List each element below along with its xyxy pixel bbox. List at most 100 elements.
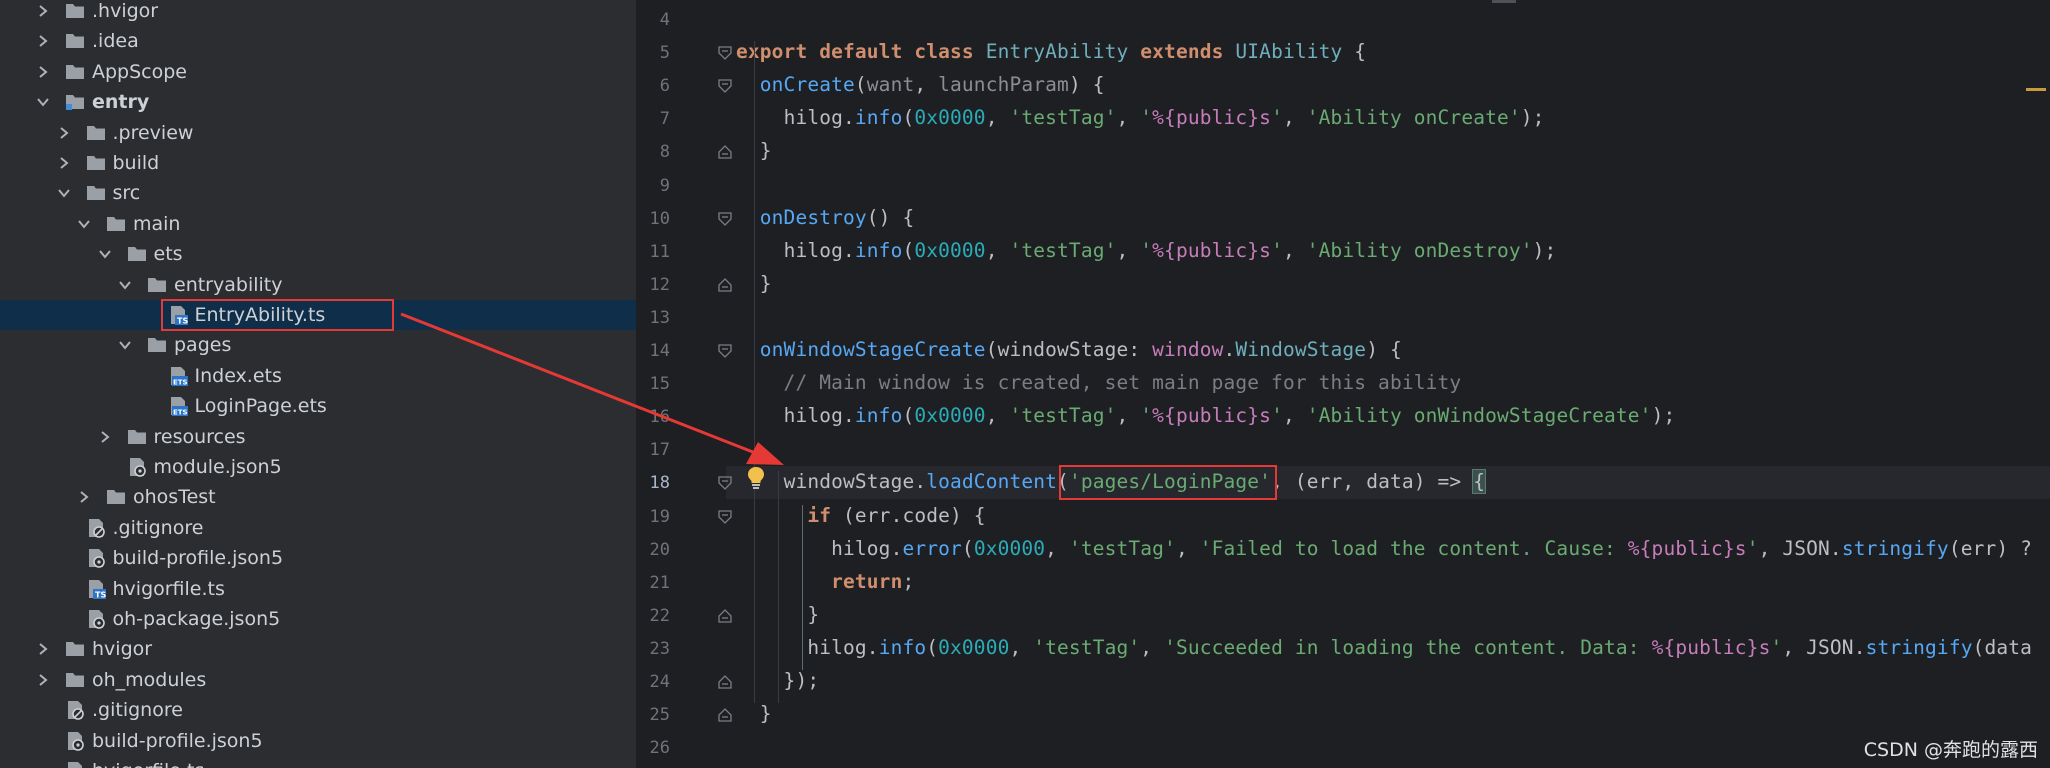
tree-item-idea[interactable]: .idea [0, 26, 636, 56]
code-line[interactable]: if (err.code) { [736, 504, 986, 527]
tree-item-appscope[interactable]: AppScope [0, 57, 636, 87]
indent-guide [754, 41, 755, 704]
lightbulb-icon[interactable] [746, 466, 766, 490]
gitignore-file-icon [85, 517, 107, 539]
code-line[interactable]: hilog.error(0x0000, 'testTag', 'Failed t… [736, 537, 2032, 560]
code-line[interactable]: windowStage.loadContent('pages/LoginPage… [736, 469, 1487, 495]
tree-item-index-ets[interactable]: ETS Index.ets [0, 361, 636, 391]
json-file-icon [85, 608, 107, 630]
svg-text:ETS: ETS [173, 409, 188, 417]
fold-collapse-icon[interactable] [718, 509, 732, 524]
tree-item-label: build-profile.json5 [112, 547, 284, 570]
tree-item-resources[interactable]: resources [0, 422, 636, 452]
tree-item-pages[interactable]: pages [0, 330, 636, 360]
tree-item-oh-modules[interactable]: oh_modules [0, 665, 636, 695]
tree-item-src[interactable]: src [0, 178, 636, 208]
tree-item-label: module.json5 [153, 456, 282, 478]
code-line[interactable]: hilog.info(0x0000, 'testTag', '%{public}… [736, 239, 1557, 262]
tree-item-entryability[interactable]: entryability [0, 270, 636, 300]
tree-item-label: src [112, 182, 141, 205]
tree-item-oh-package-json5[interactable]: oh-package.json5 [0, 604, 636, 634]
tree-item-build[interactable]: build [0, 148, 636, 178]
tree-item-loginpage-ets[interactable]: ETS LoginPage.ets [0, 391, 636, 421]
folder-icon [85, 122, 107, 144]
fold-end-icon[interactable] [718, 675, 732, 689]
chevron-down-icon[interactable] [57, 186, 71, 200]
tree-item-gitignore[interactable]: .gitignore [0, 513, 636, 543]
code-line[interactable]: onWindowStageCreate(windowStage: window.… [736, 338, 1402, 361]
tree-item-main[interactable]: main [0, 209, 636, 239]
tree-item-label: hvigor [92, 638, 153, 661]
code-line[interactable]: hilog.info(0x0000, 'testTag', '%{public}… [736, 106, 1545, 129]
tree-item-build-profile-json5[interactable]: build-profile.json5 [0, 543, 636, 573]
chevron-right-icon[interactable] [57, 126, 71, 140]
code-line[interactable]: return; [736, 570, 914, 593]
tree-item-build-profile-json5[interactable]: build-profile.json5 [0, 726, 636, 756]
chevron-right-icon[interactable] [36, 4, 50, 18]
svg-text:TS: TS [95, 590, 106, 599]
fold-end-icon[interactable] [718, 708, 732, 722]
indent-guide [778, 471, 779, 704]
tree-item-label: hvigorfile.ts [112, 577, 225, 600]
code-line[interactable]: export default class EntryAbility extend… [736, 40, 1366, 63]
code-line[interactable]: onDestroy() { [736, 206, 914, 229]
tree-item-hvigorfile-ts[interactable]: TS hvigorfile.ts [0, 574, 636, 604]
tree-item-preview[interactable]: .preview [0, 118, 636, 148]
chevron-right-icon[interactable] [36, 65, 50, 79]
line-number: 10 [649, 208, 670, 229]
line-number: 17 [649, 440, 670, 461]
line-number: 15 [649, 374, 670, 395]
folder-icon [64, 638, 86, 660]
tree-item-hvigor[interactable]: .hvigor [0, 0, 636, 26]
fold-collapse-icon[interactable] [718, 79, 732, 94]
chevron-down-icon[interactable] [98, 247, 112, 261]
code-line[interactable]: hilog.info(0x0000, 'testTag', 'Succeeded… [736, 636, 2032, 659]
tree-item-entry[interactable]: entry [0, 87, 636, 117]
tree-item-label: .gitignore [92, 699, 183, 722]
chevron-down-icon[interactable] [118, 278, 132, 292]
json-file-icon [64, 730, 86, 752]
project-tree-panel: .hvigor .idea AppScope entry .preview build sr… [0, 0, 636, 768]
warning-stripe-marker[interactable] [2026, 88, 2046, 91]
fold-end-icon[interactable] [718, 145, 732, 160]
line-number: 4 [659, 10, 670, 30]
chevron-down-icon[interactable] [77, 217, 91, 231]
fold-end-icon[interactable] [718, 608, 732, 623]
chevron-down-icon[interactable] [118, 338, 132, 352]
tree-item-label: ets [153, 243, 183, 266]
line-number: 9 [659, 175, 670, 196]
code-editor[interactable]: 4 5 6 7 8 9 10 11 12 13 14 15 16 17 18 19 20 21 22 23 24 25 26… [636, 0, 2050, 768]
gitignore-file-icon [64, 699, 86, 721]
fold-end-icon[interactable] [718, 277, 732, 292]
line-number: 5 [659, 43, 670, 64]
tree-item-entryability-ts[interactable]: TS EntryAbility.ts [0, 300, 636, 330]
tree-item-gitignore[interactable]: .gitignore [0, 695, 636, 725]
fold-collapse-icon[interactable] [718, 211, 732, 226]
folder-icon [64, 30, 86, 52]
chevron-down-icon[interactable] [36, 95, 50, 109]
tree-item-ohostest[interactable]: ohosTest [0, 482, 636, 512]
tree-item-module-json5[interactable]: module.json5 [0, 452, 636, 482]
chevron-right-icon[interactable] [77, 490, 91, 504]
code-line[interactable]: hilog.info(0x0000, 'testTag', '%{public}… [736, 404, 1676, 427]
chevron-right-icon[interactable] [57, 156, 71, 170]
fold-collapse-icon[interactable] [718, 46, 732, 61]
code-line[interactable]: // Main window is created, set main page… [736, 371, 1462, 394]
chevron-right-icon[interactable] [36, 642, 50, 656]
tree-item-ets[interactable]: ets [0, 239, 636, 269]
tree-item-label: oh-package.json5 [112, 608, 281, 630]
code-line[interactable]: } [736, 702, 772, 725]
code-line[interactable]: onCreate(want, launchParam) { [736, 73, 1105, 96]
chevron-right-icon[interactable] [98, 430, 112, 444]
fold-collapse-icon[interactable] [718, 476, 732, 491]
tree-item-label: LoginPage.ets [194, 395, 327, 418]
svg-text:ETS: ETS [173, 378, 188, 386]
chevron-right-icon[interactable] [36, 34, 50, 48]
chevron-right-icon[interactable] [36, 673, 50, 687]
tree-item-hvigorfile-ts[interactable]: TS hvigorfile.ts [0, 756, 636, 768]
fold-collapse-icon[interactable] [718, 344, 732, 358]
tree-item-hvigor[interactable]: hvigor [0, 634, 636, 664]
ts-file-icon: TS [85, 578, 107, 600]
tree-item-label: build-profile.json5 [92, 729, 263, 752]
tree-item-label: resources [153, 425, 246, 448]
